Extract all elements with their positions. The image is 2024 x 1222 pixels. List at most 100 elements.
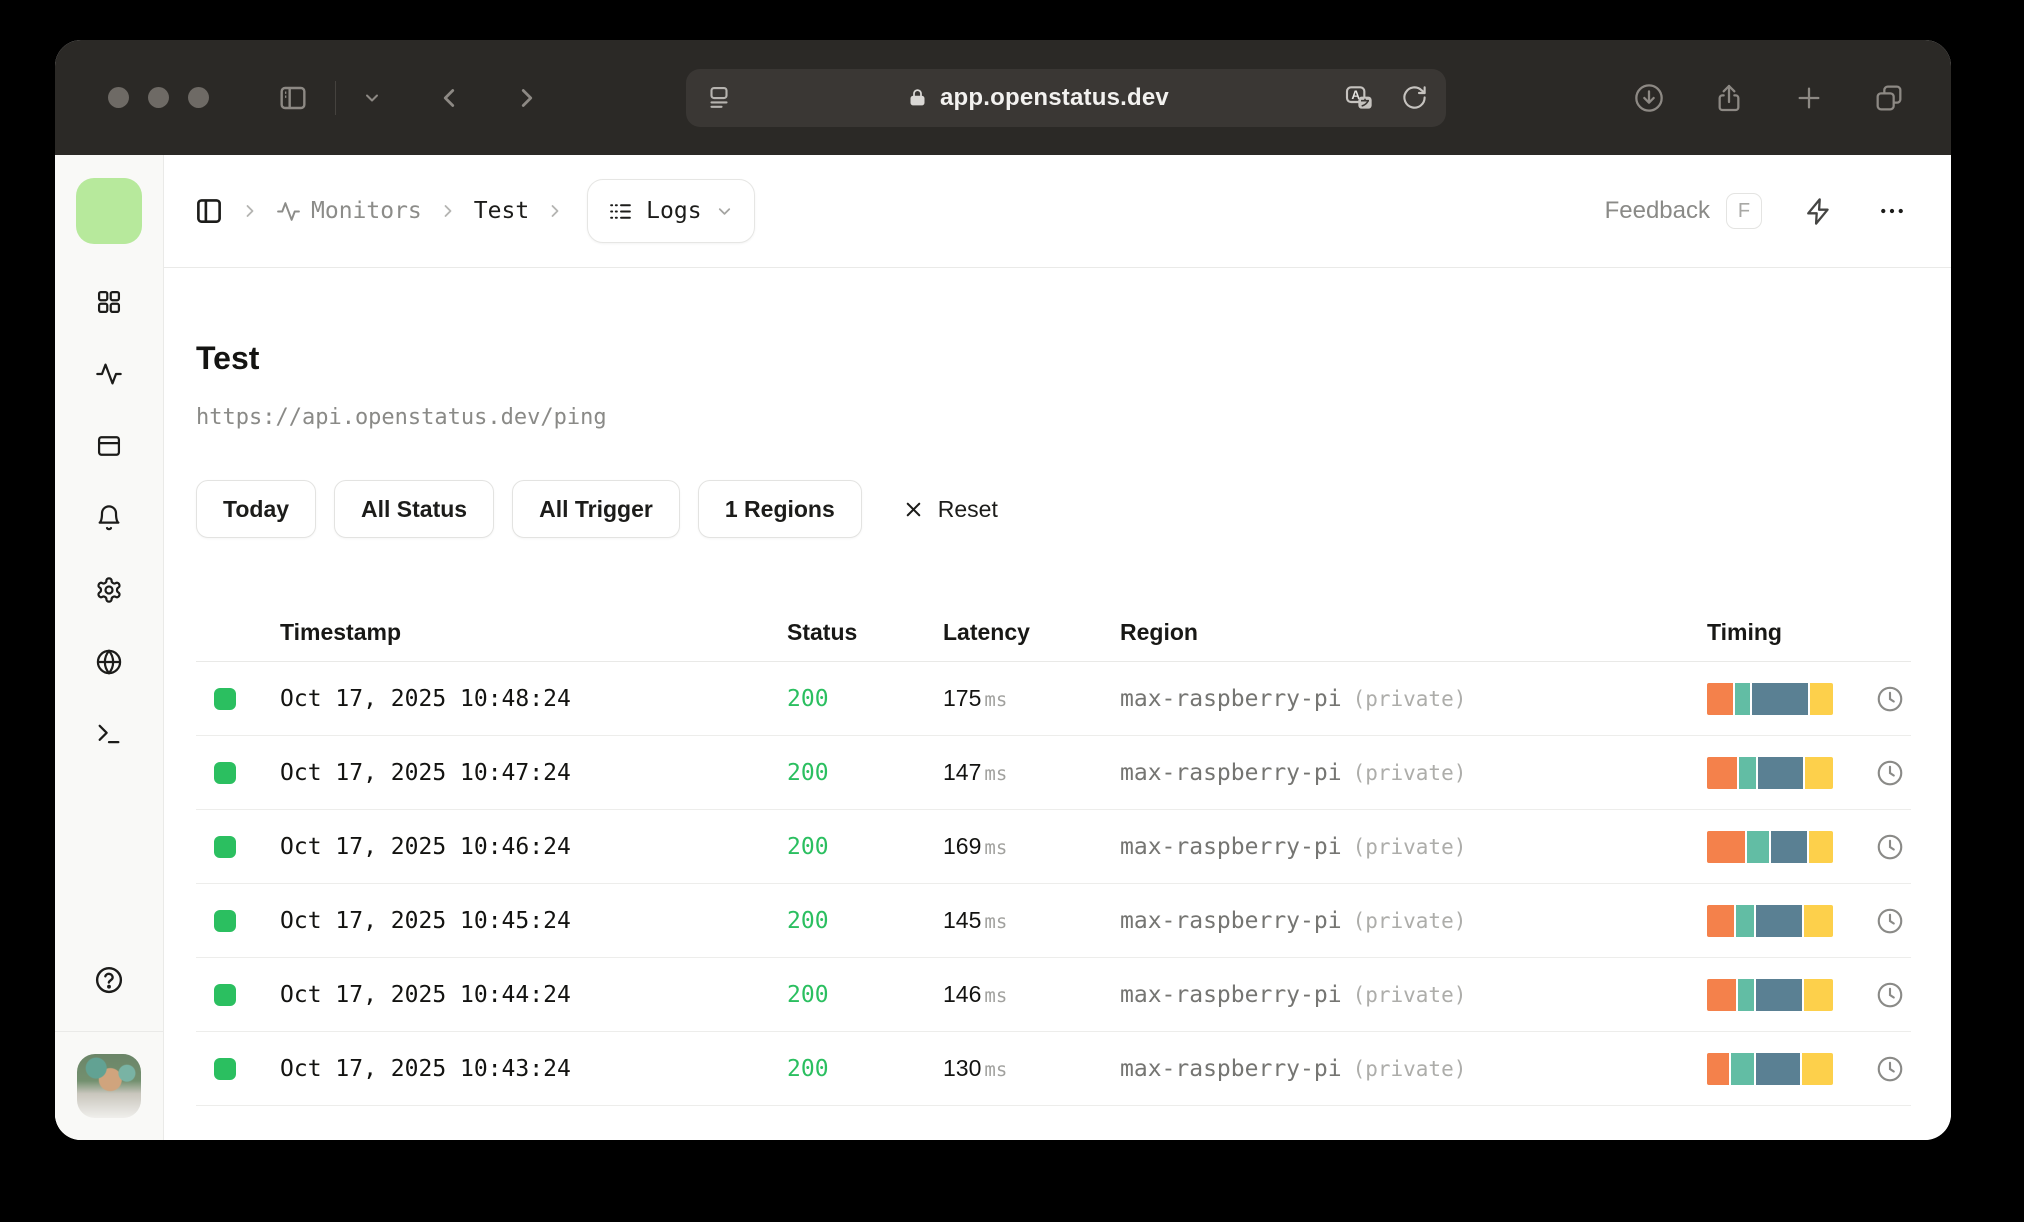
status-ok-square — [214, 1057, 236, 1080]
clock-icon[interactable] — [1875, 758, 1905, 788]
log-row[interactable]: Oct 17, 2025 10:46:24 200 169 ms max-rasp… — [196, 810, 1911, 884]
window-controls — [108, 87, 209, 108]
sidebar-item-settings[interactable] — [95, 576, 123, 604]
chevron-right-icon — [551, 205, 559, 217]
plus-icon — [1798, 87, 1820, 108]
page-format-icon[interactable] — [704, 83, 734, 113]
col-latency: Latency — [943, 619, 1030, 645]
status-ok-square — [214, 909, 236, 932]
panel-left-icon — [197, 199, 221, 223]
globe-icon — [96, 649, 122, 675]
user-avatar[interactable] — [77, 1054, 141, 1118]
browser-toolbar: app.openstatus.dev A — [55, 40, 1951, 155]
sidebar-item-dashboard[interactable] — [95, 288, 123, 316]
share-button[interactable] — [1713, 82, 1745, 114]
log-row[interactable]: Oct 17, 2025 10:45:24 200 145 ms max-rasp… — [196, 884, 1911, 958]
logs-page: Test https://api.openstatus.dev/ping Tod… — [164, 268, 1951, 1140]
clock-icon[interactable] — [1875, 1054, 1905, 1084]
status-code: 200 — [787, 759, 829, 786]
forward-button[interactable] — [502, 83, 552, 113]
sidebar-item-regions[interactable] — [95, 648, 123, 676]
chevron-right-icon — [246, 205, 254, 217]
bell-icon — [98, 505, 120, 531]
clock-icon[interactable] — [1875, 906, 1905, 936]
status-code: 200 — [787, 685, 829, 712]
chevron-down-icon — [715, 202, 734, 221]
app-sidebar — [55, 155, 164, 1140]
address-bar[interactable]: app.openstatus.dev A — [685, 68, 1446, 127]
chevron-down-icon — [366, 94, 378, 101]
new-tab-button[interactable] — [1793, 82, 1825, 114]
ellipsis-icon — [1881, 208, 1903, 214]
status-code: 200 — [787, 981, 829, 1008]
forward-icon — [521, 88, 533, 107]
status-ok-square — [214, 761, 236, 784]
status-code: 200 — [787, 833, 829, 860]
grid-icon — [97, 290, 121, 314]
feedback-link[interactable]: Feedback — [1605, 197, 1710, 225]
zap-icon — [1807, 197, 1829, 225]
tab-overview-icon — [1876, 85, 1902, 110]
reset-filters-button[interactable]: Reset — [902, 496, 998, 523]
chevron-right-icon — [444, 205, 452, 217]
timing-bar — [1707, 978, 1833, 1011]
col-timing: Timing — [1707, 619, 1782, 645]
translate-icon[interactable]: A — [1343, 82, 1375, 114]
more-menu-button[interactable] — [1877, 196, 1907, 226]
help-button[interactable] — [94, 965, 124, 995]
log-row[interactable]: Oct 17, 2025 10:43:24 200 130 ms max-rasp… — [196, 1032, 1911, 1106]
feedback-shortcut-key: F — [1726, 193, 1762, 229]
minimize-button[interactable] — [148, 87, 169, 108]
breadcrumb-separator — [545, 201, 565, 221]
clock-icon[interactable] — [1875, 832, 1905, 862]
clock-icon[interactable] — [1875, 980, 1905, 1010]
download-icon — [1635, 83, 1663, 112]
tab-overview-button[interactable] — [1873, 82, 1905, 114]
status-ok-square — [214, 687, 236, 710]
safari-window: app.openstatus.dev A Monitors Test Logs … — [55, 40, 1951, 1140]
filter-status[interactable]: All Status — [334, 480, 495, 538]
tab-group-chevron-button[interactable] — [352, 88, 392, 108]
workspace-avatar[interactable] — [76, 178, 142, 244]
reload-icon[interactable] — [1401, 84, 1428, 111]
sidebar-toggle-button[interactable] — [267, 82, 319, 114]
filter-regions[interactable]: 1 Regions — [697, 480, 862, 538]
filter-trigger[interactable]: All Trigger — [512, 480, 680, 538]
toolbar-divider — [335, 80, 336, 115]
log-row[interactable]: Oct 17, 2025 10:47:24 200 147 ms max-rasp… — [196, 736, 1911, 810]
sidebar-item-cli[interactable] — [95, 720, 123, 748]
clock-icon[interactable] — [1875, 684, 1905, 714]
view-selector-logs[interactable]: Logs — [587, 179, 755, 243]
filter-bar: Today All Status All Trigger 1 Regions R… — [196, 480, 1911, 538]
lock-icon — [910, 89, 925, 106]
page-title: Test — [196, 340, 260, 376]
sidebar-toggle-icon — [280, 86, 306, 109]
status-ok-square — [214, 835, 236, 858]
zoom-button[interactable] — [188, 87, 209, 108]
browser-icon — [97, 436, 121, 456]
terminal-icon — [98, 724, 120, 744]
log-row[interactable]: Oct 17, 2025 10:48:24 200 175 ms max-rasp… — [196, 662, 1911, 736]
timing-bar — [1707, 904, 1833, 937]
breadcrumb-monitors[interactable]: Monitors — [276, 198, 422, 224]
share-icon — [1718, 84, 1740, 111]
panel-toggle-button[interactable] — [194, 196, 224, 226]
filter-date[interactable]: Today — [196, 480, 317, 538]
app-header: Monitors Test Logs Feedback F — [164, 155, 1951, 268]
sidebar-item-status-pages[interactable] — [95, 432, 123, 460]
sidebar-item-notifications[interactable] — [95, 504, 123, 532]
breadcrumb-monitor-name[interactable]: Test — [474, 198, 529, 224]
sidebar-item-monitors[interactable] — [95, 360, 123, 388]
url-text[interactable]: app.openstatus.dev — [940, 84, 1169, 112]
gear-icon — [97, 577, 121, 603]
col-region: Region — [1120, 619, 1198, 645]
close-button[interactable] — [108, 87, 129, 108]
quick-actions-button[interactable] — [1804, 197, 1833, 226]
back-button[interactable] — [424, 83, 474, 113]
back-icon — [443, 88, 455, 107]
timing-bar — [1707, 756, 1833, 789]
close-icon — [906, 502, 921, 516]
col-status: Status — [787, 619, 858, 645]
downloads-button[interactable] — [1633, 82, 1665, 114]
log-row[interactable]: Oct 17, 2025 10:44:24 200 146 ms max-rasp… — [196, 958, 1911, 1032]
